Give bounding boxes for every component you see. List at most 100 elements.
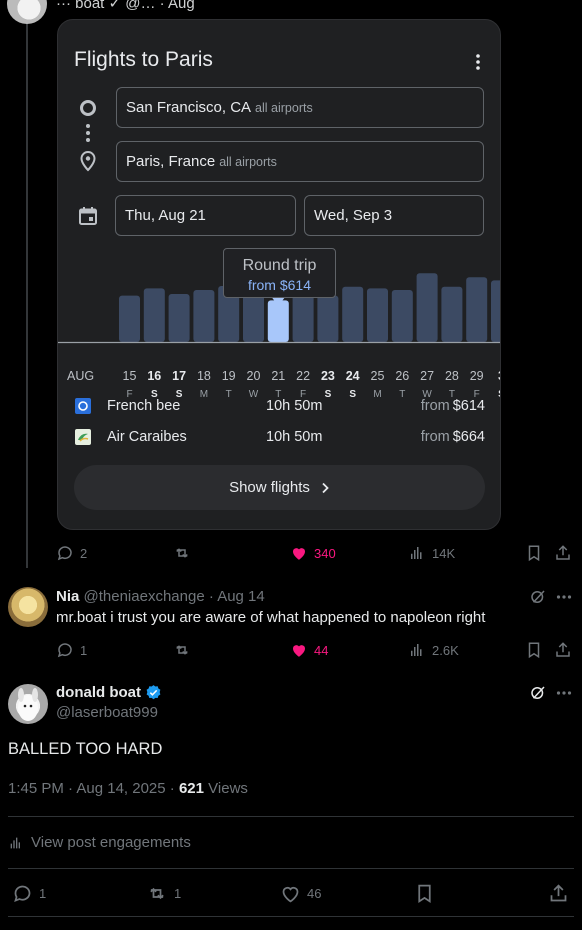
card-title: Flights to Paris bbox=[74, 48, 213, 71]
views-count: 2.6K bbox=[432, 642, 459, 658]
price-bar[interactable] bbox=[243, 292, 264, 342]
day-number-label[interactable]: 15 bbox=[123, 369, 137, 383]
reply-icon bbox=[12, 883, 33, 904]
location-pin-icon bbox=[78, 150, 98, 172]
reply-action-bar: 1 44 2.6K bbox=[56, 641, 576, 661]
bookmark-button[interactable] bbox=[525, 641, 543, 659]
price-bar[interactable] bbox=[441, 286, 463, 342]
reply-count: 1 bbox=[80, 642, 88, 658]
views-button[interactable]: 2.6K bbox=[408, 641, 459, 659]
show-flights-label: Show flights bbox=[229, 479, 310, 496]
bookmark-icon bbox=[525, 544, 543, 562]
day-number-label[interactable]: 3 bbox=[498, 369, 501, 383]
view-engagements-link[interactable]: View post engagements bbox=[8, 834, 191, 851]
airline-row-air-caraibes[interactable]: Air Caraibes 10h 50m from $664 bbox=[58, 424, 500, 452]
origin-field[interactable]: San Francisco, CA all airports bbox=[116, 87, 484, 128]
airline-price: from $664 bbox=[420, 429, 485, 445]
route-dots-icon bbox=[85, 123, 91, 143]
price-bar[interactable] bbox=[292, 294, 314, 342]
day-number-label[interactable]: 28 bbox=[445, 369, 459, 383]
reply-button[interactable]: 2 bbox=[56, 544, 87, 562]
views-button[interactable]: 14K bbox=[408, 544, 455, 562]
price-bar[interactable] bbox=[342, 286, 364, 342]
share-button[interactable] bbox=[554, 641, 572, 659]
day-number-label[interactable]: 19 bbox=[222, 369, 236, 383]
repost-button[interactable] bbox=[172, 544, 192, 562]
price-bar[interactable] bbox=[491, 280, 501, 342]
day-number-label[interactable]: 24 bbox=[346, 369, 360, 383]
flight-duration: 10h 50m bbox=[266, 398, 323, 414]
like-count: 44 bbox=[314, 642, 329, 658]
heart-filled-icon bbox=[290, 641, 308, 659]
day-number-label[interactable]: 20 bbox=[247, 369, 261, 383]
repost-icon bbox=[172, 641, 192, 659]
bookmark-button[interactable] bbox=[525, 544, 543, 562]
like-button[interactable]: 44 bbox=[290, 641, 328, 659]
price-bar[interactable] bbox=[317, 295, 339, 342]
heart-icon bbox=[280, 883, 301, 904]
day-number-label[interactable]: 29 bbox=[470, 369, 484, 383]
tooltip-title: Round trip bbox=[242, 257, 317, 274]
day-number-label[interactable]: 27 bbox=[420, 369, 434, 383]
day-number-label[interactable]: 21 bbox=[271, 369, 285, 383]
price-bar[interactable] bbox=[416, 273, 438, 342]
more-icon[interactable] bbox=[556, 690, 572, 696]
day-number-label[interactable]: 26 bbox=[395, 369, 409, 383]
share-icon bbox=[554, 544, 572, 562]
show-flights-button[interactable]: Show flights bbox=[74, 465, 485, 510]
reply-button[interactable]: 1 bbox=[12, 883, 46, 904]
grok-icon[interactable] bbox=[529, 684, 547, 702]
avatar[interactable] bbox=[8, 684, 48, 724]
author-name-line[interactable]: donald boat bbox=[56, 684, 162, 701]
view-engagements-label: View post engagements bbox=[31, 834, 191, 851]
day-number-label[interactable]: 16 bbox=[147, 369, 161, 383]
reply-icon bbox=[56, 641, 74, 659]
like-button[interactable]: 340 bbox=[290, 544, 336, 562]
price-bar[interactable] bbox=[168, 294, 190, 342]
divider bbox=[8, 916, 574, 917]
author-handle[interactable]: @laserboat999 bbox=[56, 704, 158, 721]
day-number-label[interactable]: 22 bbox=[296, 369, 310, 383]
grok-icon[interactable] bbox=[529, 588, 547, 606]
repost-button[interactable]: 1 bbox=[146, 883, 181, 904]
day-number-label[interactable]: 17 bbox=[172, 369, 186, 383]
day-number-label[interactable]: 23 bbox=[321, 369, 335, 383]
destination-field[interactable]: Paris, France all airports bbox=[116, 141, 484, 182]
main-post-action-bar: 1 1 46 bbox=[8, 881, 574, 905]
french-bee-logo-icon bbox=[75, 398, 91, 414]
price-bar[interactable] bbox=[466, 277, 488, 342]
author-name[interactable]: Nia bbox=[56, 588, 79, 605]
reply-button[interactable]: 1 bbox=[56, 641, 87, 659]
more-options-icon[interactable] bbox=[472, 52, 484, 72]
like-button[interactable]: 46 bbox=[280, 883, 321, 904]
author-handle[interactable]: @theniaexchange bbox=[84, 588, 205, 605]
price-bar[interactable] bbox=[193, 290, 215, 342]
share-icon bbox=[554, 641, 572, 659]
avatar[interactable] bbox=[8, 587, 48, 627]
airline-row-french-bee[interactable]: French bee 10h 50m from $614 bbox=[58, 393, 500, 421]
repost-button[interactable] bbox=[172, 641, 192, 659]
flight-duration: 10h 50m bbox=[266, 429, 323, 445]
price-bar[interactable] bbox=[367, 288, 388, 342]
post-date[interactable]: Aug 14 bbox=[217, 588, 265, 605]
bookmark-button[interactable] bbox=[414, 883, 435, 904]
price-bar[interactable] bbox=[143, 288, 165, 342]
post-timestamp[interactable]: 1:45 PM · Aug 14, 2025 · bbox=[8, 780, 175, 797]
reply-author-line: Nia @theniaexchange · Aug 14 bbox=[56, 588, 265, 605]
price-bar[interactable] bbox=[119, 295, 140, 342]
airline-name: French bee bbox=[107, 398, 181, 414]
depart-date-field[interactable]: Thu, Aug 21 bbox=[115, 195, 296, 236]
reply-count: 2 bbox=[80, 545, 88, 561]
reply-icon bbox=[56, 544, 74, 562]
flights-card[interactable]: Flights to Paris San Francisco, CA all ai… bbox=[57, 19, 501, 530]
day-number-label[interactable]: 25 bbox=[371, 369, 385, 383]
price-bar[interactable] bbox=[391, 290, 413, 342]
share-button[interactable] bbox=[554, 544, 572, 562]
chevron-right-icon bbox=[320, 482, 330, 494]
day-number-label[interactable]: 18 bbox=[197, 369, 211, 383]
share-button[interactable] bbox=[548, 883, 569, 904]
avatar[interactable] bbox=[7, 0, 47, 24]
price-bar[interactable] bbox=[267, 300, 289, 342]
return-date-field[interactable]: Wed, Sep 3 bbox=[304, 195, 484, 236]
more-icon[interactable] bbox=[556, 594, 572, 600]
